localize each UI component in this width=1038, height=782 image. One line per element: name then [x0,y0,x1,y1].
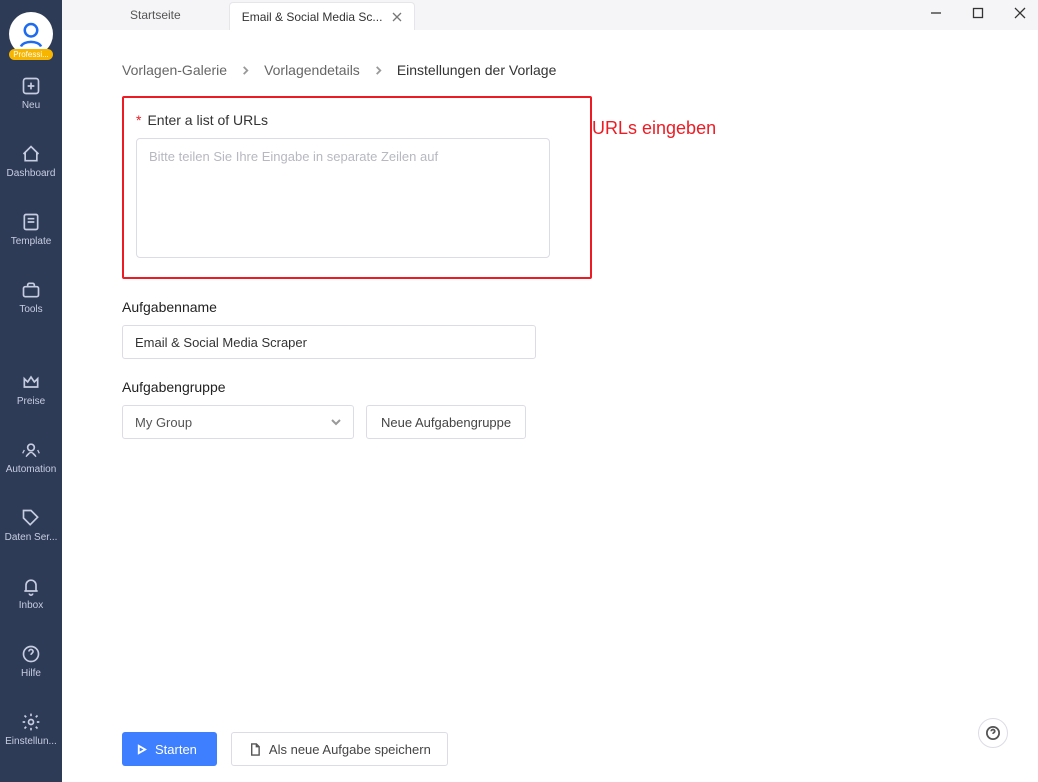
template-icon [21,212,41,232]
content-area: Vorlagen-Galerie Vorlagendetails Einstel… [62,30,1038,782]
robot-icon [21,440,41,460]
tab-home[interactable]: Startseite [62,0,229,30]
breadcrumb-item-current: Einstellungen der Vorlage [397,62,557,78]
task-group-select[interactable]: My Group [122,405,354,439]
footer-actions: Starten Als neue Aufgabe speichern [122,732,448,766]
close-icon [1014,7,1026,19]
tab-home-label: Startseite [130,8,181,22]
chevron-right-icon [241,62,250,78]
sidebar-item-template[interactable]: Template [0,212,62,256]
sidebar-item-automation[interactable]: Automation [0,440,62,484]
sidebar-item-hilfe[interactable]: Hilfe [0,644,62,688]
profile-badge-label: Professi... [9,49,53,60]
help-fab[interactable] [978,718,1008,748]
sidebar-item-label: Automation [6,464,57,475]
crown-icon [21,372,41,392]
sidebar-item-inbox[interactable]: Inbox [0,576,62,620]
task-name-label: Aufgabenname [122,299,536,315]
breadcrumb-item[interactable]: Vorlagen-Galerie [122,62,227,78]
help-icon [21,644,41,664]
play-icon [136,744,147,755]
task-group-selected-value: My Group [135,415,192,430]
sidebar-item-label: Preise [17,396,45,407]
maximize-icon [972,7,984,19]
sidebar-item-einstellungen[interactable]: Einstellun... [0,712,62,756]
save-as-button-label: Als neue Aufgabe speichern [269,742,431,757]
plus-icon [21,76,41,96]
sidebar-item-label: Dashboard [7,168,56,179]
urls-label-text: Enter a list of URLs [147,112,268,128]
urls-highlight-box: * Enter a list of URLs [122,96,592,279]
sidebar-item-label: Hilfe [21,668,41,679]
required-asterisk: * [136,112,141,128]
tab-active[interactable]: Email & Social Media Sc... [229,2,416,30]
window-controls [930,0,1026,30]
tab-active-label: Email & Social Media Sc... [242,10,383,24]
minimize-button[interactable] [930,6,942,24]
task-name-input[interactable] [122,325,536,359]
urls-textarea[interactable] [136,138,550,258]
sidebar-item-label: Daten Ser... [5,532,58,543]
toolbox-icon [21,280,41,300]
question-icon [986,726,1000,740]
gear-icon [21,712,41,732]
chevron-right-icon [374,62,383,78]
save-as-new-task-button[interactable]: Als neue Aufgabe speichern [231,732,448,766]
profile-badge[interactable]: Professi... [9,12,53,56]
tabs-bar: Startseite Email & Social Media Sc... [62,0,1038,30]
new-group-button-label: Neue Aufgabengruppe [381,415,511,430]
close-icon [392,12,402,22]
sidebar-item-label: Inbox [19,600,43,611]
form-area: * Enter a list of URLs URLs eingeben Auf… [62,96,1038,439]
dashboard-icon [21,144,41,164]
breadcrumb: Vorlagen-Galerie Vorlagendetails Einstel… [62,30,1038,90]
sidebar-item-preise[interactable]: Preise [0,372,62,416]
sidebar-item-label: Neu [22,100,40,111]
annotation-text: URLs eingeben [592,118,716,139]
sidebar: Professi... Neu Dashboard Template Tools… [0,0,62,782]
tag-icon [21,508,41,528]
sidebar-item-datenservice[interactable]: Daten Ser... [0,508,62,552]
document-icon [248,743,261,756]
sidebar-item-neu[interactable]: Neu [0,76,62,120]
maximize-button[interactable] [972,6,984,24]
task-group-section: Aufgabengruppe My Group Neue Aufgabengru… [122,379,536,439]
sidebar-item-tools[interactable]: Tools [0,280,62,324]
task-name-section: Aufgabenname [122,299,536,359]
sidebar-item-label: Template [11,236,52,247]
chevron-down-icon [331,417,341,427]
close-window-button[interactable] [1014,6,1026,24]
task-group-label: Aufgabengruppe [122,379,536,395]
sidebar-item-label: Einstellun... [5,736,57,747]
start-button-label: Starten [155,742,197,757]
sidebar-item-label: Tools [19,304,42,315]
minimize-icon [930,7,942,19]
start-button[interactable]: Starten [122,732,217,766]
urls-field-label: * Enter a list of URLs [136,112,578,128]
tab-close-button[interactable] [392,12,402,22]
breadcrumb-item[interactable]: Vorlagendetails [264,62,360,78]
sidebar-item-dashboard[interactable]: Dashboard [0,144,62,188]
new-group-button[interactable]: Neue Aufgabengruppe [366,405,526,439]
bell-icon [21,576,41,596]
